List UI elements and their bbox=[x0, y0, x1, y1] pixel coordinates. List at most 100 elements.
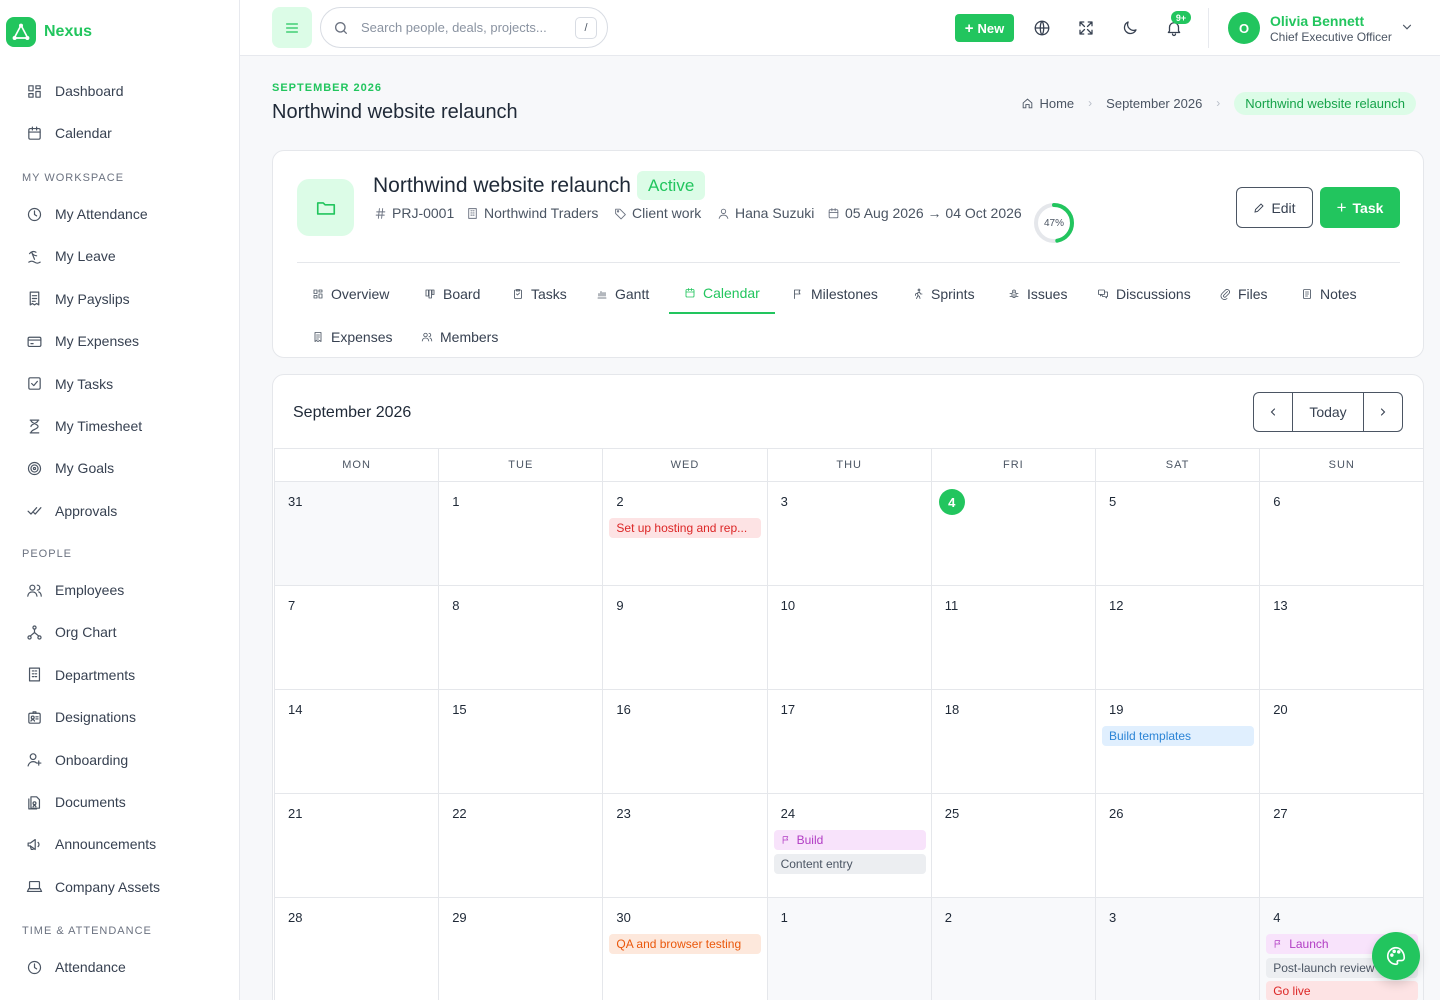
breadcrumb-month[interactable]: September 2026 bbox=[1106, 96, 1202, 111]
calendar-event[interactable]: Build templates bbox=[1102, 726, 1254, 746]
tab-calendar[interactable]: Calendar bbox=[669, 274, 775, 314]
search-input[interactable] bbox=[361, 20, 561, 35]
sidebar-item-company-assets[interactable]: Company Assets bbox=[26, 875, 160, 899]
sidebar-item-departments[interactable]: Departments bbox=[26, 663, 135, 687]
day-number: 1 bbox=[780, 910, 788, 925]
breadcrumb-home[interactable]: Home bbox=[1021, 96, 1074, 111]
calendar-event[interactable]: Set up hosting and rep... bbox=[609, 518, 762, 538]
search-box[interactable]: / bbox=[320, 7, 608, 48]
palette-icon bbox=[1387, 946, 1406, 966]
calendar-day-cell[interactable]: 10 bbox=[766, 586, 931, 690]
tab-issues[interactable]: Issues bbox=[993, 274, 1082, 314]
calendar-day-cell[interactable]: 30 QA and browser testing bbox=[602, 898, 767, 1000]
calendar-day-cell[interactable]: 15 bbox=[438, 690, 603, 794]
prev-month-button[interactable] bbox=[1254, 393, 1292, 431]
calendar-day-cell[interactable]: 29 bbox=[438, 898, 603, 1000]
tab-sprints[interactable]: Sprints bbox=[897, 274, 990, 314]
calendar-day-cell[interactable]: 12 bbox=[1095, 586, 1260, 690]
calendar-day-cell[interactable]: 8 bbox=[438, 586, 603, 690]
user-name[interactable]: Olivia Bennett bbox=[1270, 13, 1364, 29]
sidebar-item-org-chart[interactable]: Org Chart bbox=[26, 620, 116, 644]
calendar-day-cell[interactable]: 22 bbox=[438, 794, 603, 898]
tab-members[interactable]: Members bbox=[406, 317, 513, 357]
sidebar-item-designations[interactable]: Designations bbox=[26, 705, 136, 729]
weekday-header: WED bbox=[602, 448, 767, 482]
sidebar-item-approvals[interactable]: Approvals bbox=[26, 499, 117, 523]
calendar-day-cell[interactable]: 7 bbox=[274, 586, 439, 690]
calendar-day-cell[interactable]: 3 bbox=[1095, 898, 1260, 1000]
milestone-event[interactable]: Build bbox=[773, 830, 926, 850]
theme-customizer-button[interactable] bbox=[1372, 932, 1420, 980]
tab-discussions[interactable]: Discussions bbox=[1082, 274, 1206, 314]
tab-files[interactable]: Files bbox=[1204, 274, 1283, 314]
today-button[interactable]: Today bbox=[1292, 393, 1364, 431]
calendar-day-cell[interactable]: 16 bbox=[602, 690, 767, 794]
sidebar-item-employees[interactable]: Employees bbox=[26, 578, 124, 602]
calendar-day-cell[interactable]: 28 bbox=[274, 898, 439, 1000]
sidebar-item-my-tasks[interactable]: My Tasks bbox=[26, 372, 113, 396]
new-button[interactable]: + New bbox=[955, 14, 1014, 42]
fullscreen-button[interactable] bbox=[1072, 14, 1100, 42]
sidebar-item-my-leave[interactable]: My Leave bbox=[26, 244, 116, 268]
sidebar-item-my-attendance[interactable]: My Attendance bbox=[26, 202, 148, 226]
tab-gantt[interactable]: Gantt bbox=[581, 274, 664, 314]
calendar-day-cell[interactable]: 23 bbox=[602, 794, 767, 898]
sidebar-item-attendance[interactable]: Attendance bbox=[26, 955, 126, 979]
theme-toggle-button[interactable] bbox=[1116, 14, 1144, 42]
sidebar-item-my-goals[interactable]: My Goals bbox=[26, 456, 114, 480]
calendar-day-cell[interactable]: 27 bbox=[1259, 794, 1423, 898]
menu-toggle-button[interactable] bbox=[272, 7, 312, 48]
calendar-day-cell[interactable]: 26 bbox=[1095, 794, 1260, 898]
brand[interactable]: Nexus bbox=[6, 16, 92, 48]
calendar-event[interactable]: QA and browser testing bbox=[609, 934, 762, 954]
calendar-day-cell[interactable]: 4 bbox=[930, 482, 1095, 586]
users-icon bbox=[421, 332, 433, 342]
tab-tasks[interactable]: Tasks bbox=[497, 274, 582, 314]
edit-button[interactable]: Edit bbox=[1236, 187, 1313, 228]
sidebar-item-dashboard[interactable]: Dashboard bbox=[26, 79, 124, 103]
tab-overview[interactable]: Overview bbox=[297, 274, 404, 314]
sidebar-item-my-payslips[interactable]: My Payslips bbox=[26, 287, 130, 311]
sidebar-item-my-timesheet[interactable]: My Timesheet bbox=[26, 414, 142, 438]
calendar-day-cell[interactable]: 5 bbox=[1095, 482, 1260, 586]
calendar-day-cell[interactable]: 17 bbox=[766, 690, 931, 794]
calendar-day-cell[interactable]: 11 bbox=[930, 586, 1095, 690]
calendar-day-cell[interactable]: 18 bbox=[930, 690, 1095, 794]
tab-milestones[interactable]: Milestones bbox=[777, 274, 893, 314]
calendar-day-cell[interactable]: 1 bbox=[438, 482, 603, 586]
calendar-day-cell[interactable]: 6 bbox=[1259, 482, 1423, 586]
calendar-day-cell[interactable]: 21 bbox=[274, 794, 439, 898]
calendar-day-cell[interactable]: 13 bbox=[1259, 586, 1423, 690]
add-task-button[interactable]: + Task bbox=[1320, 187, 1400, 228]
calendar-day-cell[interactable]: 25 bbox=[930, 794, 1095, 898]
chevron-down-icon[interactable] bbox=[1400, 20, 1414, 34]
tab-expenses[interactable]: Expenses bbox=[297, 317, 407, 357]
calendar-day-cell[interactable]: 20 bbox=[1259, 690, 1423, 794]
sidebar-section-title: TIME & ATTENDANCE bbox=[22, 925, 152, 937]
calendar-day-cell[interactable]: 2 bbox=[930, 898, 1095, 1000]
calendar-day-cell[interactable]: 24 Build Content entry bbox=[766, 794, 931, 898]
calendar-day-cell[interactable]: 31 bbox=[274, 482, 439, 586]
tab-notes[interactable]: Notes bbox=[1286, 274, 1372, 314]
calendar-day-cell[interactable]: 3 bbox=[766, 482, 931, 586]
card-icon bbox=[27, 336, 42, 347]
next-month-button[interactable] bbox=[1364, 393, 1402, 431]
sidebar-item-calendar[interactable]: Calendar bbox=[26, 121, 112, 145]
calendar-event[interactable]: Go live bbox=[1266, 981, 1419, 1000]
language-button[interactable] bbox=[1028, 14, 1056, 42]
calendar-day-cell[interactable]: 1 bbox=[766, 898, 931, 1000]
calendar-day-cell[interactable]: 14 bbox=[274, 690, 439, 794]
avatar[interactable]: O bbox=[1228, 12, 1260, 44]
sidebar-item-documents[interactable]: Documents bbox=[26, 790, 126, 814]
calendar-day-cell[interactable]: 2 Set up hosting and rep... bbox=[602, 482, 767, 586]
calendar-event[interactable]: Content entry bbox=[773, 853, 926, 874]
calendar-day-cell[interactable]: 19 Build templates bbox=[1095, 690, 1260, 794]
megaphone-icon bbox=[27, 838, 40, 850]
calendar-day-cell[interactable]: 9 bbox=[602, 586, 767, 690]
sidebar-item-onboarding[interactable]: Onboarding bbox=[26, 748, 128, 772]
sidebar-item-announcements[interactable]: Announcements bbox=[26, 832, 156, 856]
day-number: 3 bbox=[1109, 910, 1117, 925]
sidebar-item-my-expenses[interactable]: My Expenses bbox=[26, 329, 139, 353]
tag-icon bbox=[615, 208, 626, 219]
tab-board[interactable]: Board bbox=[409, 274, 495, 314]
